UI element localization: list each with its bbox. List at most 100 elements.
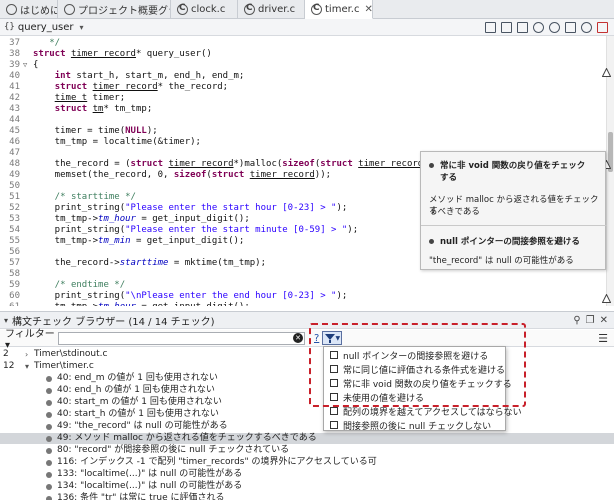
code-token: */ — [108, 280, 126, 290]
check-result-row[interactable]: 80: "record" が間接参照の後に null チェックされている — [0, 445, 614, 456]
stop-icon[interactable] — [597, 21, 608, 33]
tree-folder-row[interactable]: 12 ▾ Timer\timer.c — [0, 361, 614, 372]
code-line[interactable]: 40 int start_h, start_m, end_h, end_m; — [0, 71, 600, 82]
target-icon[interactable] — [581, 21, 592, 33]
code-line[interactable]: 61 tm_tmp->tm_hour = get_input_digit(); — [0, 302, 600, 306]
popup-item-title-cont: する — [440, 173, 458, 183]
code-line[interactable]: 38 struct timer_record* query_user() — [0, 49, 600, 60]
filter-menu-item[interactable]: 未使用の値を避ける — [330, 391, 424, 404]
check-icon[interactable] — [565, 21, 576, 33]
line-number: 58 — [9, 269, 20, 279]
code-line[interactable]: 45 timer = time(NULL); — [0, 126, 600, 137]
tab-project-graph[interactable]: プロジェクト概要グラフ — [58, 0, 171, 19]
filter-input[interactable] — [58, 331, 305, 345]
panel-icon[interactable] — [517, 21, 528, 33]
checkbox[interactable] — [330, 351, 338, 359]
line-number: 53 — [9, 214, 20, 224]
breadcrumb-label: query_user — [17, 21, 74, 33]
code-token: "Please enter the start minute [0-59] > … — [125, 225, 348, 235]
code-text: struct timer_record* the_record; — [33, 82, 228, 93]
code-text: print_string("\nPlease enter the end hou… — [33, 291, 348, 302]
check-result-row[interactable]: 40: start_m の値が 1 回も使用されない — [0, 397, 614, 408]
filter-menu-item[interactable]: 配列の境界を越えてアクセスしてはならない — [330, 405, 522, 418]
chevron-down-icon[interactable]: ▾ — [4, 316, 8, 325]
layout-icon[interactable] — [485, 21, 496, 33]
check-result-row[interactable]: 133: "localtime(...)" は null の可能性がある — [0, 469, 614, 480]
check-result-row[interactable]: 49: メソッド malloc から返される値をチェックするべきである — [0, 433, 614, 444]
code-line[interactable]: 37 */ — [0, 38, 600, 49]
warning-marker-icon[interactable] — [602, 68, 611, 77]
code-token: NULL — [125, 126, 147, 136]
code-text: memset(the_record, 0, sizeof(struct time… — [33, 170, 331, 181]
code-line[interactable]: 58 — [0, 269, 600, 280]
warning-marker-icon[interactable] — [602, 294, 611, 303]
help-link[interactable]: ? — [314, 333, 319, 344]
checkbox[interactable] — [330, 393, 338, 401]
check-result-row[interactable]: 136: 条件 "tr" は常に true に評価される — [0, 493, 614, 500]
chevron-down-icon[interactable]: ▾ — [25, 361, 29, 372]
code-line[interactable]: 46 tm_tmp = localtime(&timer); — [0, 137, 600, 148]
code-token: tm_tmp-> — [33, 214, 99, 224]
tree-folder-row[interactable]: 2 › Timer\stdinout.c — [0, 349, 614, 360]
code-text: int start_h, start_m, end_h, end_m; — [33, 71, 245, 82]
filter-menu-item[interactable]: 常に非 void 関数の戻り値をチェックする — [330, 377, 512, 390]
check-result-row[interactable]: 134: "localtime(...)" は null の可能性がある — [0, 481, 614, 492]
view-menu-icon[interactable]: ☰ — [598, 332, 608, 345]
check-results-tree[interactable]: 2 › Timer\stdinout.c 12 ▾ Timer\timer.c 40: en… — [0, 348, 614, 500]
popup-item-title: 常に非 void 関数の戻り値をチェック — [440, 161, 586, 171]
fold-toggle-icon[interactable]: ▽ — [23, 60, 27, 71]
history-icon[interactable] — [549, 21, 560, 33]
code-token: * the_record; — [157, 82, 229, 92]
line-number: 47 — [9, 148, 20, 158]
pin-icon[interactable]: ⚲ — [573, 315, 580, 326]
tab-clock-c[interactable]: clock.c — [171, 0, 238, 19]
issue-icon — [46, 388, 52, 394]
code-text: timer = time(NULL); — [33, 126, 158, 137]
line-number: 38 — [9, 49, 20, 59]
check-filter-button[interactable]: ▼ — [322, 331, 343, 345]
code-token: * query_user() — [135, 49, 212, 59]
clear-filter-icon[interactable]: ✕ — [293, 333, 303, 343]
check-result-row[interactable]: 116: インデックス -1 で配列 "timer_records" の境界外に… — [0, 457, 614, 468]
code-line[interactable]: 41 struct timer_record* the_record; — [0, 82, 600, 93]
code-token: = get_input_digit(); — [136, 302, 249, 306]
code-text: tm_tmp->tm_min = get_input_digit(); — [33, 236, 245, 247]
chevron-right-icon[interactable]: › — [25, 349, 28, 360]
check-result-row[interactable]: 40: end_h の値が 1 回も使用されない — [0, 385, 614, 396]
code-token: struct — [320, 159, 359, 169]
checkbox[interactable] — [330, 407, 338, 415]
chevron-down-icon: ▼ — [335, 334, 341, 342]
checkbox[interactable] — [330, 379, 338, 387]
filter-menu-item[interactable]: 常に同じ値に評価される条件式を避ける — [330, 363, 505, 376]
code-token: tm_hour — [98, 302, 136, 306]
code-line[interactable]: 44 — [0, 115, 600, 126]
code-line[interactable]: 60 print_string("\nPlease enter the end … — [0, 291, 600, 302]
code-line[interactable]: 39 ▽ { — [0, 60, 600, 71]
tab-welcome[interactable]: はじめに — [0, 0, 58, 19]
check-result-row[interactable]: 40: end_m の値が 1 回も使用されない — [0, 373, 614, 384]
split-icon[interactable] — [501, 21, 512, 33]
filter-menu-item[interactable]: null ポインターの間接参照を避ける — [330, 349, 488, 362]
filter-menu-item[interactable]: 間接参照の後に null チェックしない — [330, 419, 491, 432]
check-result-row[interactable]: 49: "the_record" は null の可能性がある — [0, 421, 614, 432]
popup-item-desc: "the_record" は null の可能性がある — [429, 256, 574, 266]
close-icon[interactable]: ✕ — [600, 315, 608, 326]
code-token: = get_input_digit(); — [135, 214, 250, 224]
checkbox[interactable] — [330, 421, 338, 429]
code-line[interactable]: 43 struct tm* tm_tmp; — [0, 104, 600, 115]
tab-driver-c[interactable]: driver.c — [238, 0, 305, 19]
checkbox[interactable] — [330, 365, 338, 373]
code-line[interactable]: 42 time_t timer; — [0, 93, 600, 104]
line-number: 52 — [9, 203, 20, 213]
close-tab-icon[interactable]: ✕ — [364, 4, 372, 15]
tab-timer-c[interactable]: timer.c ✕ — [305, 0, 373, 19]
code-token: starttime — [70, 192, 120, 202]
breadcrumb[interactable]: {} query_user ▾ — [0, 22, 84, 33]
run-icon[interactable] — [533, 21, 544, 33]
code-line[interactable]: 59 /* endtime */ — [0, 280, 600, 291]
restore-icon[interactable]: ❐ — [586, 315, 595, 326]
code-text: /* starttime */ — [33, 192, 136, 203]
code-token: tm_min — [98, 236, 131, 246]
